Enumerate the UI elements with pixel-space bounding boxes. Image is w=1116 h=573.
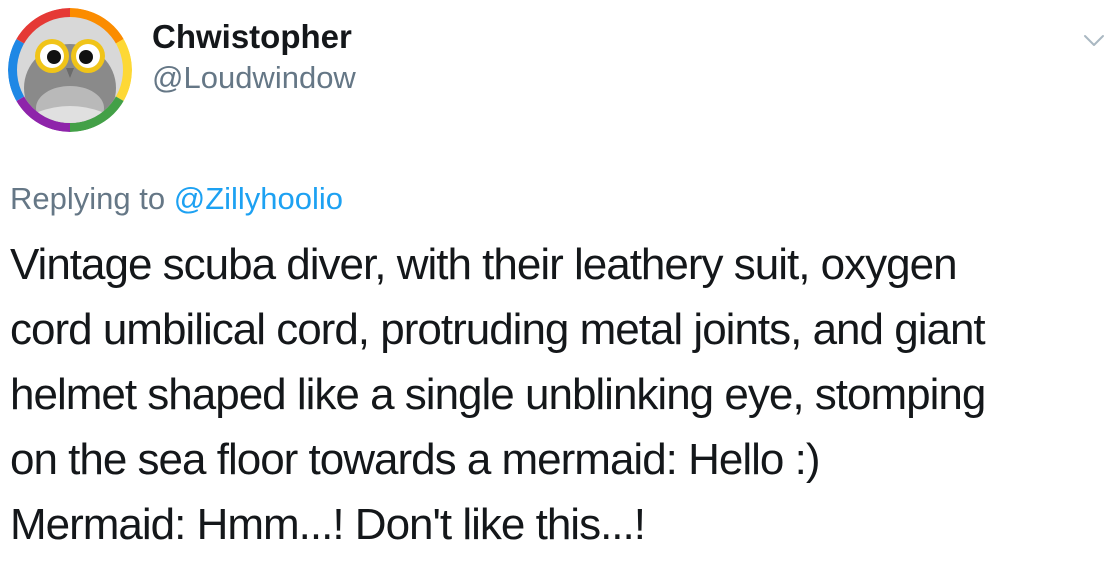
tweet-line: cord umbilical cord, protruding metal jo… xyxy=(10,305,986,354)
tweet-line: Mermaid: Hmm...! Don't like this...! xyxy=(10,500,646,549)
tweet-text: Vintage scuba diver, with their leathery… xyxy=(10,232,1110,557)
tweet-line: helmet shaped like a single unblinking e… xyxy=(10,370,986,419)
tweet-line: on the sea floor towards a mermaid: Hell… xyxy=(10,435,821,484)
owl-avatar-icon xyxy=(8,8,132,132)
reply-mention-link[interactable]: @Zillyhoolio xyxy=(174,181,343,216)
reply-prefix: Replying to xyxy=(10,181,166,216)
user-handle[interactable]: @Loudwindow xyxy=(152,60,356,96)
avatar[interactable] xyxy=(8,8,132,132)
tweet-line: Vintage scuba diver, with their leathery… xyxy=(10,240,958,289)
chevron-down-icon xyxy=(1084,35,1104,46)
display-name[interactable]: Chwistopher xyxy=(152,18,352,56)
reply-context: Replying to @Zillyhoolio xyxy=(10,181,343,217)
tweet-menu-button[interactable] xyxy=(1082,30,1106,50)
